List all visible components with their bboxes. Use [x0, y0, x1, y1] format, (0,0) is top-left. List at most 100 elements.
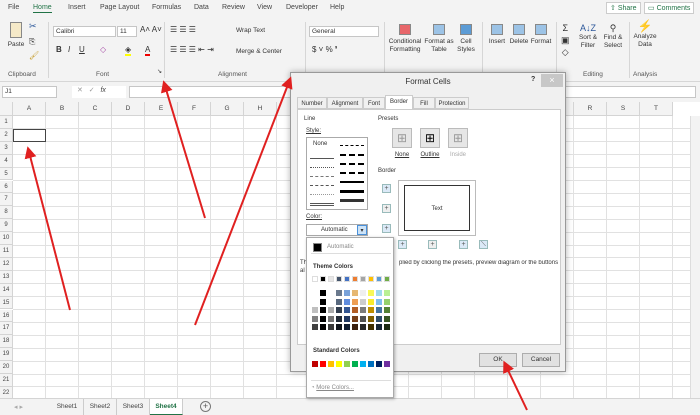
add-sheet-icon[interactable]: + — [200, 401, 211, 412]
italic-button[interactable]: I — [68, 46, 70, 54]
line-style-option[interactable] — [310, 185, 334, 186]
delete-cells-button[interactable]: Delete — [508, 24, 530, 46]
line-style-option[interactable] — [310, 203, 334, 206]
theme-tint-swatch[interactable] — [312, 290, 318, 296]
line-style-option[interactable] — [340, 181, 364, 183]
underline-button[interactable]: U — [79, 46, 85, 54]
theme-tint-swatch[interactable] — [360, 315, 366, 322]
theme-color-swatch[interactable] — [352, 276, 358, 282]
color-dropdown[interactable]: Automatic ▾ — [306, 224, 368, 236]
line-style-option[interactable] — [340, 172, 364, 174]
theme-tint-swatch[interactable] — [376, 307, 382, 313]
theme-tint-swatch[interactable] — [328, 315, 334, 322]
currency-icon[interactable]: $ ˅ % ❜ — [312, 46, 337, 54]
theme-tint-swatch[interactable] — [360, 290, 366, 296]
theme-tint-swatch[interactable] — [320, 315, 326, 322]
row-header[interactable]: 7 — [0, 193, 13, 207]
line-style-option[interactable] — [340, 199, 364, 202]
align-left-icon[interactable]: ☰ ☰ ☰ ⇤ ⇥ — [170, 46, 214, 54]
theme-tint-swatch[interactable] — [352, 324, 358, 330]
column-header[interactable]: E — [145, 102, 178, 116]
help-button[interactable]: ? — [531, 76, 535, 83]
theme-tint-swatch[interactable] — [336, 290, 342, 296]
line-style-option[interactable] — [340, 163, 364, 165]
fill-color-icon[interactable]: ◈ — [125, 46, 132, 56]
theme-color-swatch[interactable] — [360, 276, 366, 282]
row-header[interactable]: 20 — [0, 361, 13, 374]
column-header[interactable]: H — [244, 102, 277, 116]
vertical-scrollbar[interactable] — [690, 116, 700, 398]
sheet-tab-sheet3[interactable]: Sheet3 — [117, 399, 150, 415]
standard-color-swatch[interactable] — [328, 361, 334, 367]
row-header[interactable]: 18 — [0, 335, 13, 349]
column-header[interactable]: S — [607, 102, 640, 116]
merge-center-button[interactable]: Merge & Center — [236, 48, 282, 56]
row-header[interactable]: 6 — [0, 180, 13, 194]
theme-tint-swatch[interactable] — [312, 307, 318, 313]
theme-tint-swatch[interactable] — [360, 324, 366, 330]
line-style-list[interactable]: None — [306, 137, 368, 210]
column-header[interactable]: D — [112, 102, 145, 116]
border-toggle-icon[interactable]: ⟍ — [479, 240, 488, 249]
theme-tint-swatch[interactable] — [320, 290, 326, 296]
row-header[interactable]: 10 — [0, 232, 13, 245]
menu-file[interactable]: File — [8, 4, 19, 11]
theme-tint-swatch[interactable] — [368, 315, 374, 322]
standard-color-swatch[interactable] — [360, 361, 366, 367]
theme-tint-swatch[interactable] — [328, 324, 334, 330]
theme-tint-swatch[interactable] — [328, 290, 334, 296]
tab-border[interactable]: Border — [385, 95, 413, 109]
row-header[interactable]: 13 — [0, 270, 13, 284]
align-top-icon[interactable]: ☰ ☰ ☰ — [170, 26, 196, 34]
theme-tint-swatch[interactable] — [352, 315, 358, 322]
column-header[interactable]: A — [13, 102, 46, 116]
line-style-option[interactable] — [310, 176, 334, 177]
tab-number[interactable]: Number — [297, 97, 327, 109]
row-header[interactable]: 4 — [0, 154, 13, 168]
theme-tint-swatch[interactable] — [384, 324, 390, 330]
row-header[interactable]: 19 — [0, 348, 13, 362]
font-color-icon[interactable]: A — [145, 46, 151, 56]
cut-icon[interactable]: ✂ — [29, 22, 37, 31]
border-toggle-icon[interactable]: + — [382, 204, 391, 213]
theme-tint-swatch[interactable] — [344, 315, 350, 322]
number-format-select[interactable]: General — [309, 26, 379, 37]
paste-button[interactable]: Paste — [6, 22, 26, 49]
sort-filter-button[interactable]: A↓Z Sort & Filter — [576, 24, 600, 50]
standard-color-swatch[interactable] — [312, 361, 318, 367]
line-style-option[interactable] — [340, 154, 364, 156]
name-box[interactable]: J1 — [2, 86, 57, 98]
fx-icon[interactable]: fx — [100, 87, 105, 94]
cell-styles-button[interactable]: Cell Styles — [454, 24, 478, 54]
column-header[interactable]: B — [46, 102, 79, 116]
line-style-option[interactable] — [340, 190, 364, 193]
menu-review[interactable]: Review — [222, 4, 245, 11]
theme-tint-swatch[interactable] — [312, 324, 318, 330]
automatic-color-option[interactable]: Automatic — [311, 242, 391, 254]
tab-fill[interactable]: Fill — [413, 97, 435, 109]
theme-tint-swatch[interactable] — [376, 324, 382, 330]
row-header[interactable]: 1 — [0, 116, 13, 129]
menu-page-layout[interactable]: Page Layout — [100, 4, 139, 11]
bold-button[interactable]: B — [56, 46, 62, 54]
theme-tint-swatch[interactable] — [352, 307, 358, 313]
theme-tint-swatch[interactable] — [384, 307, 390, 313]
line-style-option[interactable] — [310, 194, 334, 195]
conditional-formatting-button[interactable]: Conditional Formatting — [387, 24, 423, 54]
theme-color-swatch[interactable] — [328, 276, 334, 282]
column-header[interactable]: T — [640, 102, 673, 116]
row-header[interactable]: 11 — [0, 245, 13, 258]
theme-color-swatch[interactable] — [312, 276, 318, 282]
menu-data[interactable]: Data — [194, 4, 209, 11]
sheet-tab-sheet2[interactable]: Sheet2 — [84, 399, 117, 415]
analyze-data-button[interactable]: ⚡ Analyze Data — [632, 20, 658, 49]
theme-tint-swatch[interactable] — [368, 324, 374, 330]
border-toggle-icon[interactable]: + — [459, 240, 468, 249]
theme-tint-swatch[interactable] — [312, 315, 318, 322]
column-header[interactable]: C — [79, 102, 112, 116]
wrap-text-button[interactable]: Wrap Text — [236, 27, 265, 35]
theme-tint-swatch[interactable] — [360, 307, 366, 313]
borders-icon[interactable]: ◇ — [100, 46, 106, 54]
share-button[interactable]: ⇧ Share — [606, 2, 641, 14]
cancel-icon[interactable]: ✕ — [77, 87, 83, 94]
